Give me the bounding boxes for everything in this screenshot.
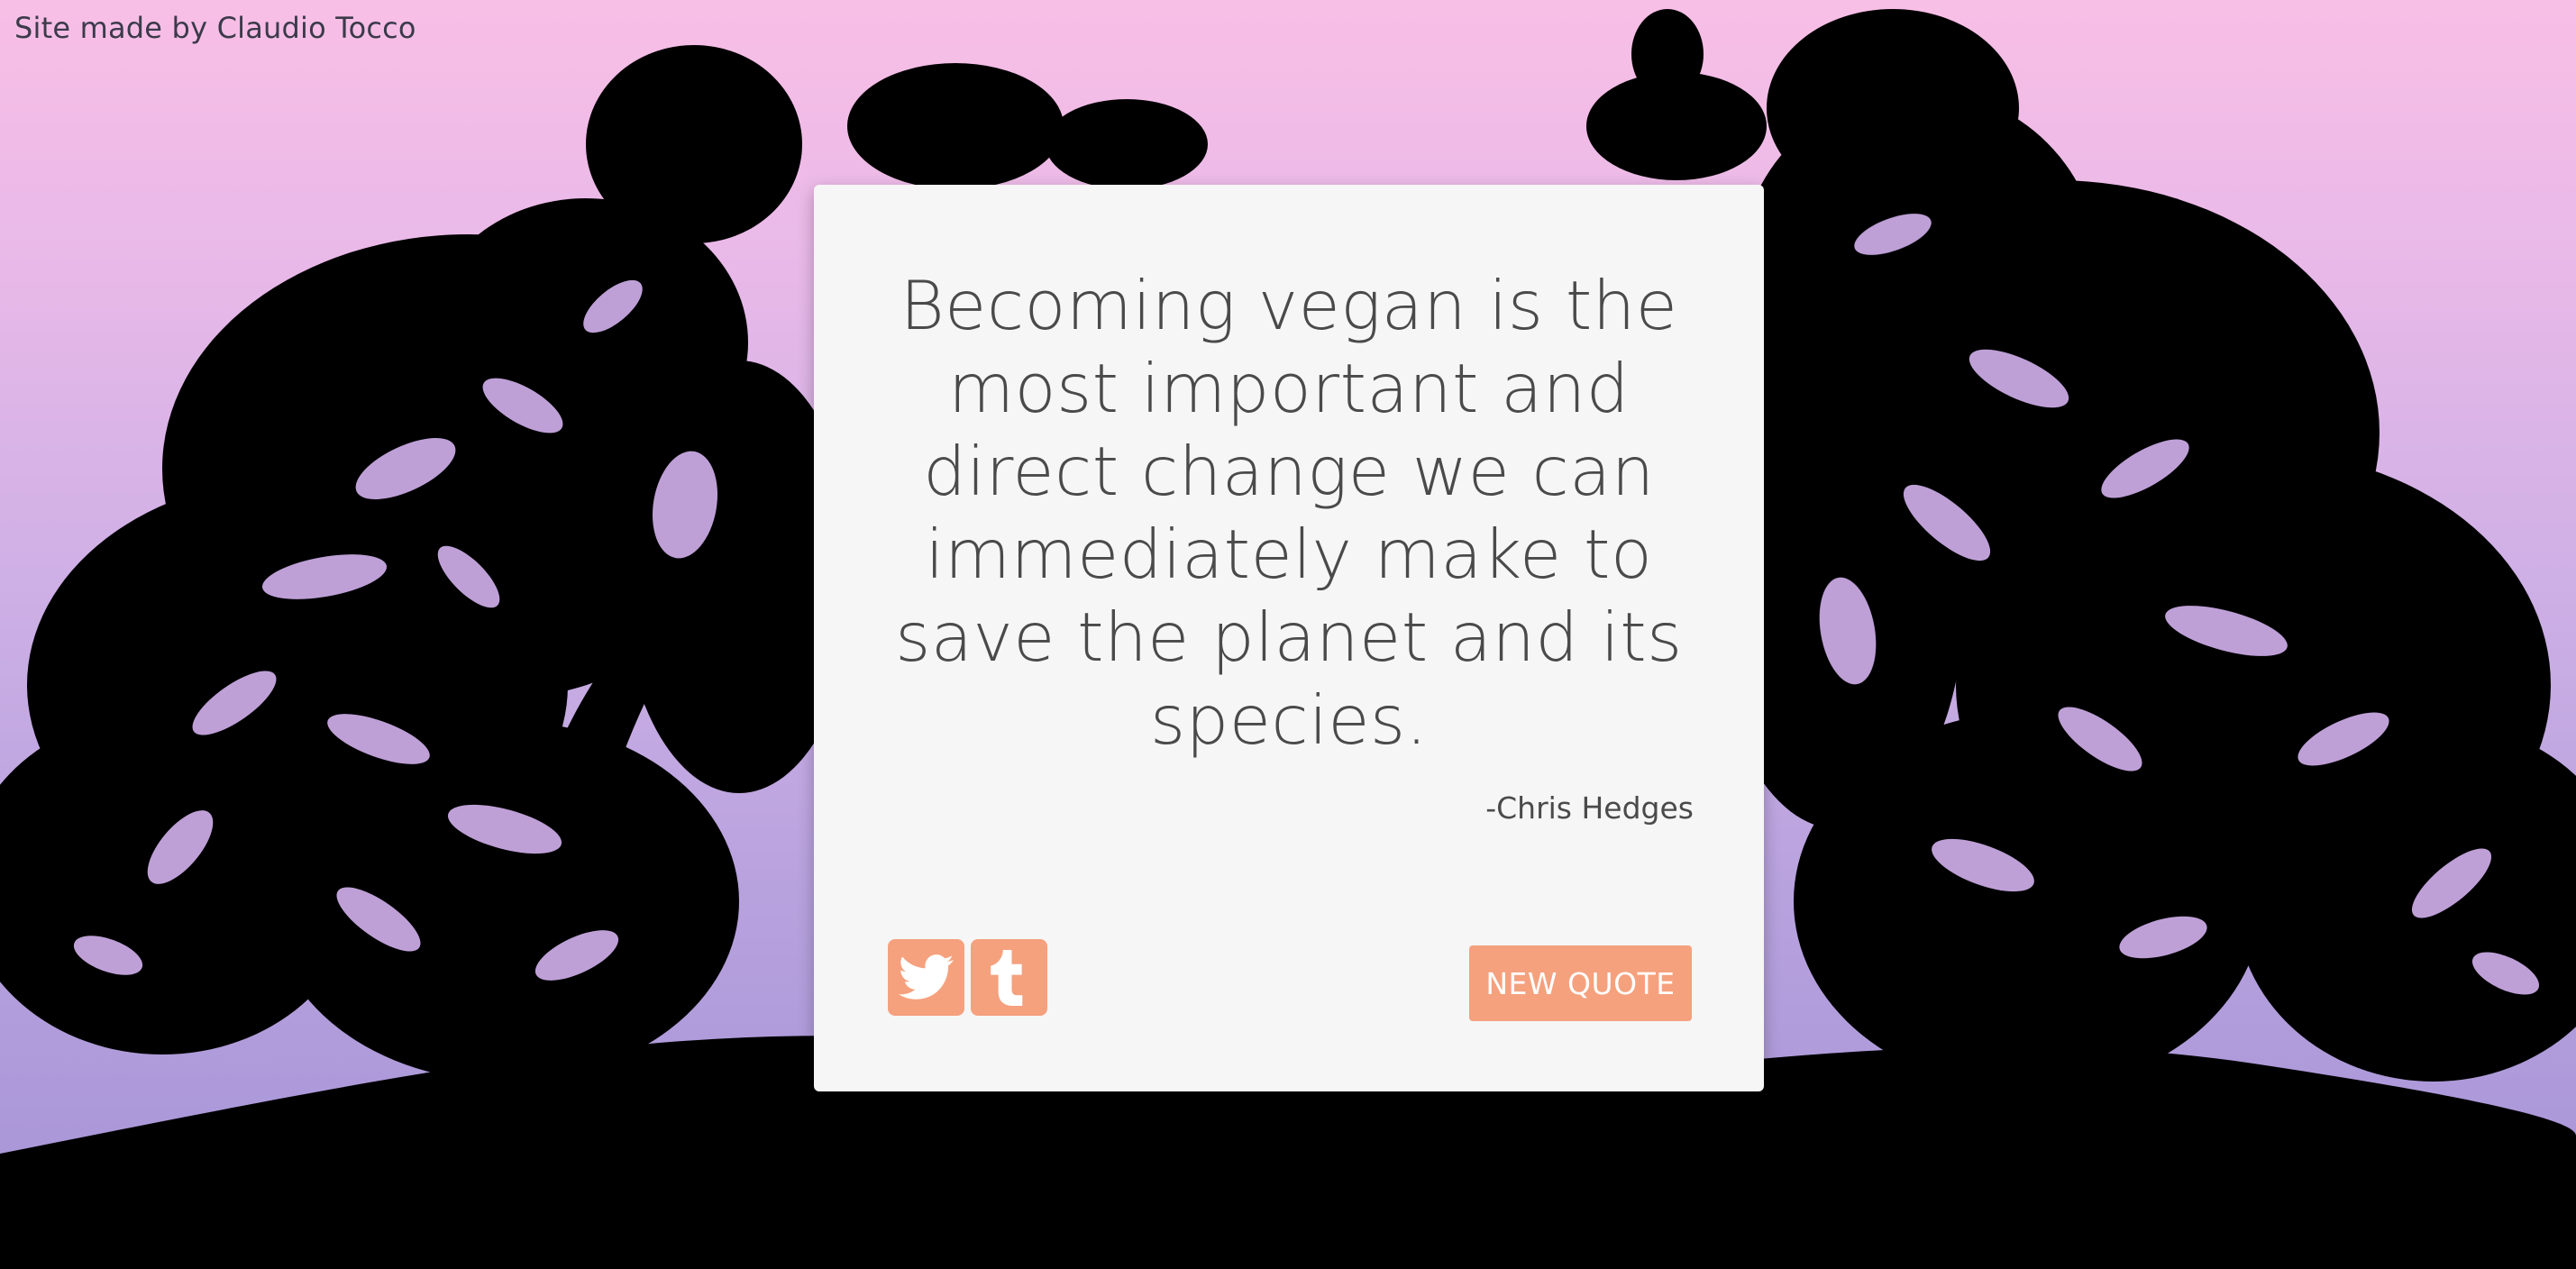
- quote-text: Becoming vegan is the most important and…: [895, 266, 1683, 760]
- quote-author: -Chris Hedges: [1485, 790, 1694, 826]
- tweet-button[interactable]: [888, 939, 964, 1016]
- tumblr-icon: [990, 949, 1022, 1006]
- new-quote-button[interactable]: NEW QUOTE: [1469, 945, 1692, 1021]
- tumblr-button[interactable]: [971, 939, 1047, 1016]
- twitter-icon: [898, 954, 954, 1000]
- site-credit: Site made by Claudio Tocco: [14, 11, 416, 45]
- share-buttons: [888, 939, 1047, 1016]
- quote-card: Becoming vegan is the most important and…: [814, 185, 1764, 1091]
